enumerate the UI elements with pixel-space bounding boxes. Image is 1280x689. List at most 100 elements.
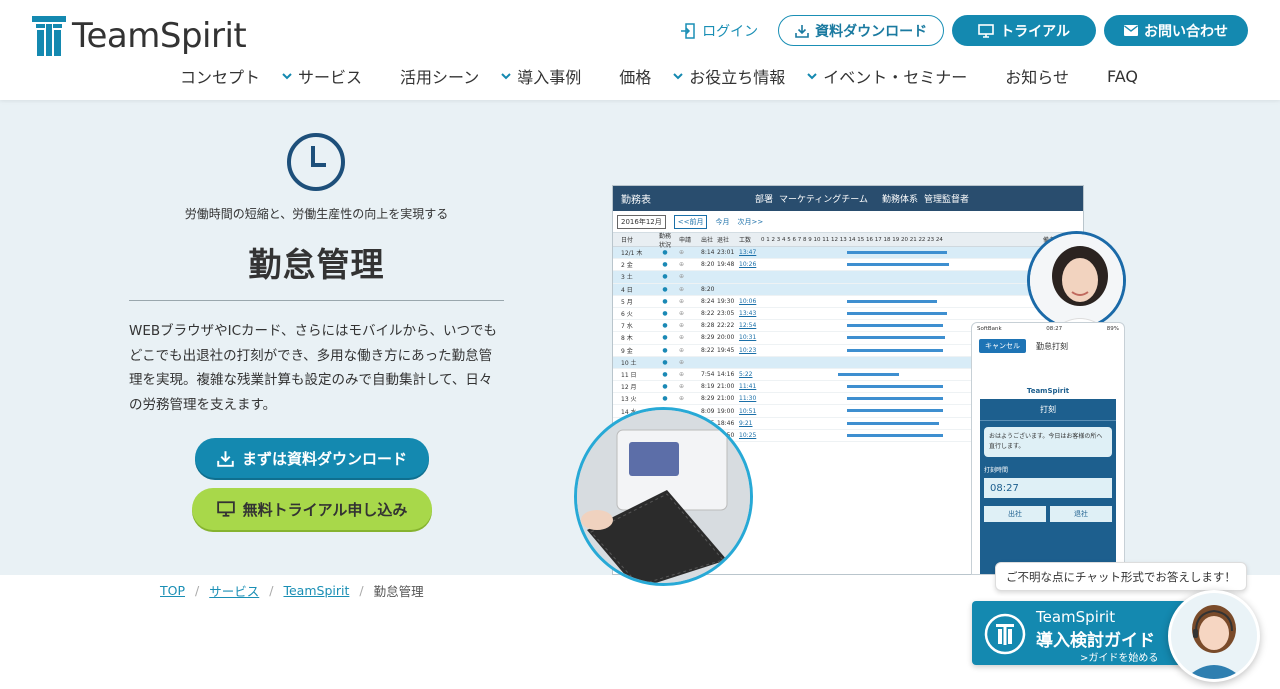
trial-button[interactable]: トライアル [952, 15, 1096, 46]
row-in: 8:19 [701, 383, 715, 391]
nav-item[interactable]: イベント・セミナー [807, 64, 967, 88]
nav-item[interactable]: 価格 [619, 64, 651, 88]
row-work[interactable]: 10:51 [739, 408, 761, 415]
this-month-link[interactable]: 今月 [715, 217, 729, 227]
nav-item[interactable]: 活用シーン [400, 64, 479, 88]
person-photo [1027, 231, 1126, 330]
row-out: 19:48 [717, 261, 735, 269]
col-status: 勤務状況 [658, 232, 671, 249]
work-bar [847, 251, 947, 254]
row-date: 6 火 [621, 311, 633, 319]
phone-clock-out-button[interactable]: 退社 [1050, 506, 1112, 522]
row-work[interactable]: 12:54 [739, 322, 761, 329]
work-bar [847, 336, 945, 340]
row-out: 21:00 [717, 383, 735, 391]
row-status: ● [662, 249, 668, 257]
main-nav: コンセプト サービス 活用シーン 導入事例 価格 お役立ち情報 イベント・セミナー お知らせ F… [180, 64, 1138, 88]
row-apply: ⊕ [679, 297, 685, 305]
login-icon [681, 22, 695, 39]
next-month-link[interactable]: 次月>> [737, 217, 763, 227]
mockup-title: 勤務表 [621, 195, 651, 206]
row-out: 19:00 [717, 407, 735, 415]
nav-item-label: 価格 [619, 68, 652, 87]
row-work[interactable]: 11:30 [739, 395, 761, 402]
row-date: 9 金 [621, 347, 633, 355]
mockup-titlebar: 勤務表 部署 マーケティングチーム 勤務体系 管理監督者 [613, 186, 1083, 211]
mockup-dept: 部署 マーケティングチーム [755, 192, 868, 205]
contact-button[interactable]: お問い合わせ [1104, 15, 1248, 46]
row-date: 8 木 [621, 335, 633, 343]
month-select[interactable]: 2016年12月 [617, 214, 666, 229]
trial-label: トライアル [1000, 23, 1070, 40]
hero-description: WEBブラウザやICカード、さらにはモバイルから、いつでもどこでも出退社の打刻が… [129, 323, 498, 413]
logo[interactable]: TeamSpirit [32, 14, 247, 58]
header-actions: ログイン 資料ダウンロード トライアル お問い合わせ [680, 15, 1248, 46]
work-bar [847, 409, 944, 413]
chat-bubble[interactable]: ご不明な点にチャット形式でお答えします！ [995, 562, 1247, 591]
title-divider [129, 300, 504, 301]
cta-trial-label: 無料トライアル申し込み [242, 500, 408, 519]
row-out: 19:30 [717, 297, 735, 305]
row-work[interactable]: 10:25 [739, 432, 761, 439]
chat-start-link[interactable]: >ガイドを始める [1080, 649, 1158, 664]
work-bar [847, 397, 944, 401]
nav-item-label: 活用シーン [400, 68, 480, 87]
operator-illustration [1171, 593, 1257, 679]
breadcrumb-top[interactable]: TOP [160, 583, 185, 598]
row-apply: ⊕ [679, 370, 685, 378]
dept-label: 部署 [755, 195, 774, 205]
row-work[interactable]: 11:41 [739, 383, 761, 390]
type-value: 管理監督者 [924, 195, 970, 205]
nav-item[interactable]: サービス [282, 64, 362, 88]
download-icon [795, 24, 809, 38]
work-bar [847, 324, 944, 328]
row-in: 8:22 [701, 346, 715, 354]
chevron-down-icon [501, 73, 511, 80]
phone-clock-in-button[interactable]: 出社 [984, 506, 1046, 522]
phone-carrier: SoftBank [977, 326, 1002, 332]
row-work[interactable]: 13:43 [739, 310, 761, 317]
cta-download-button[interactable]: まずは資料ダウンロード [195, 438, 429, 478]
row-apply: ⊕ [679, 334, 685, 342]
nav-item-label: サービス [298, 68, 363, 87]
row-work[interactable]: 10:23 [739, 347, 761, 354]
nav-item[interactable]: コンセプト [180, 64, 260, 88]
row-work[interactable]: 10:31 [739, 334, 761, 341]
breadcrumb-service[interactable]: サービス [209, 581, 259, 600]
mail-icon [1124, 25, 1138, 36]
nav-item[interactable]: お知らせ [1005, 64, 1069, 88]
row-apply: ⊕ [679, 261, 685, 269]
phone-message[interactable]: おはようございます。今日はお客様の所へ直行します。 [984, 427, 1112, 457]
row-work[interactable]: 10:26 [739, 261, 761, 268]
breadcrumb-teamspirit[interactable]: TeamSpirit [283, 583, 349, 598]
row-status: ● [662, 383, 668, 391]
row-work[interactable]: 5:22 [739, 371, 761, 378]
row-work[interactable]: 10:06 [739, 298, 761, 305]
row-status: ● [662, 273, 668, 281]
row-status: ● [662, 370, 668, 378]
chat-operator-avatar[interactable] [1168, 590, 1260, 682]
nav-item[interactable]: 導入事例 [501, 64, 581, 88]
login-link[interactable]: ログイン [680, 21, 758, 41]
nav-item[interactable]: FAQ [1107, 67, 1138, 86]
phone-cancel-button[interactable]: キャンセル [979, 339, 1026, 353]
phone-punch-buttons: 出社 退社 [984, 506, 1112, 522]
row-status: ● [662, 334, 668, 342]
nav-item[interactable]: お役立ち情報 [673, 64, 785, 88]
row-date: 3 土 [621, 274, 633, 282]
breadcrumb-current: 勤怠管理 [373, 584, 424, 599]
cta-trial-button[interactable]: 無料トライアル申し込み [192, 488, 432, 530]
work-bar [847, 385, 944, 389]
row-date: 12 月 [621, 384, 637, 392]
phone-body: TeamSpirit 打刻 おはようございます。今日はお客様の所へ直行します。 … [980, 383, 1116, 574]
row-out: 21:00 [717, 395, 735, 403]
prev-month-link[interactable]: <<前月 [673, 214, 708, 229]
download-button[interactable]: 資料ダウンロード [778, 15, 945, 46]
nav-item-label: イベント・セミナー [823, 68, 968, 87]
row-work[interactable]: 13:47 [739, 249, 761, 256]
logo-mark-icon [32, 16, 66, 56]
breadcrumb-sep: / [359, 583, 364, 598]
row-apply: ⊕ [679, 383, 685, 391]
row-work[interactable]: 9:21 [739, 420, 761, 427]
chevron-down-icon [673, 73, 683, 80]
